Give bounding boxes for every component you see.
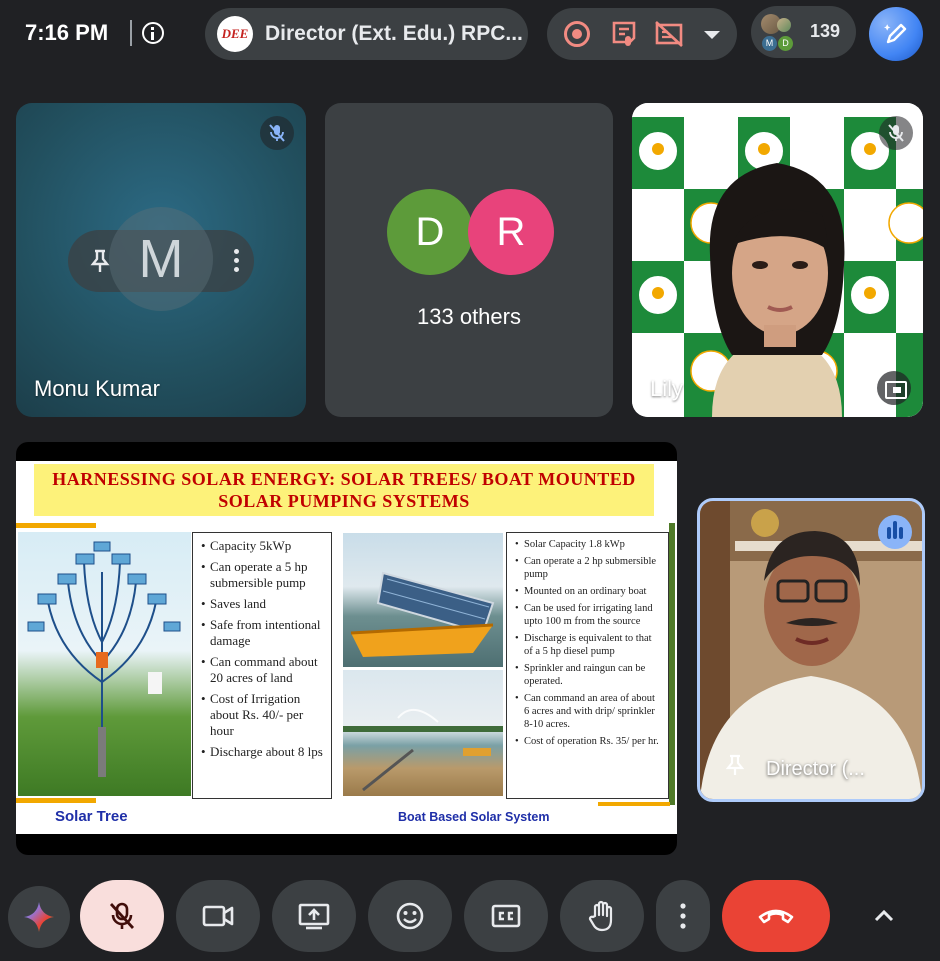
clock-time: 7:16 PM (25, 20, 109, 45)
spec-item: Can be used for irrigating land upto 100… (515, 602, 662, 628)
pen-sparkle-icon (884, 23, 907, 44)
spec-item: Saves land (201, 596, 325, 612)
spec-item: Discharge about 8 lps (201, 744, 325, 760)
spec-item: Capacity 5kWp (201, 538, 325, 554)
captions-button[interactable] (464, 880, 548, 952)
caption-boat-system: Boat Based Solar System (398, 810, 550, 824)
lily-video-feed (709, 163, 845, 417)
participant-name: Monu Kumar (34, 376, 160, 401)
participant-tile-director[interactable]: Director (... (697, 498, 925, 802)
transcript-icon[interactable] (610, 20, 638, 48)
participant-avatar (777, 18, 791, 32)
avatar: M (109, 207, 213, 311)
presentation-stage[interactable]: HARNESSING SOLAR ENERGY: SOLAR TREES/ BO… (16, 442, 677, 855)
solar-boat-photo (343, 533, 503, 667)
camera-icon (202, 905, 234, 927)
participant-tile-lily[interactable]: Lily (632, 103, 923, 417)
microphone-toggle-button[interactable] (80, 880, 164, 952)
take-notes-button[interactable] (869, 7, 923, 61)
mic-off-icon (269, 124, 285, 142)
gemini-button[interactable] (8, 886, 70, 948)
picture-in-picture-icon[interactable] (877, 371, 911, 405)
participant-tile-monu[interactable]: M Monu Kumar (16, 103, 306, 417)
present-screen-icon (298, 903, 330, 930)
speaking-bars-icon (878, 515, 912, 549)
meeting-title: Director (Ext. Edu.) RPC... (265, 22, 523, 45)
spec-item: Solar Capacity 1.8 kWp (515, 538, 662, 551)
avatar: R (468, 189, 554, 275)
spec-item: Can command an area of about 6 acres and… (515, 692, 662, 731)
spec-item: Mounted on an ordinary boat (515, 585, 662, 598)
info-icon[interactable] (142, 22, 164, 44)
host-controls-pill[interactable] (547, 8, 737, 60)
participant-avatar: M (762, 36, 777, 51)
more-options-button[interactable] (656, 880, 710, 952)
muted-indicator (879, 116, 913, 150)
top-bar-divider (130, 20, 132, 46)
record-icon[interactable] (564, 21, 590, 47)
spec-item: Safe from intentional damage (201, 617, 325, 649)
emoji-icon (396, 902, 424, 930)
present-screen-button[interactable] (272, 880, 356, 952)
slide-title: HARNESSING SOLAR ENERGY: SOLAR TREES/ BO… (34, 464, 654, 516)
more-vert-icon (680, 903, 686, 929)
caption-solar-tree: Solar Tree (55, 808, 128, 825)
spec-item: Can command about 20 acres of land (201, 654, 325, 686)
muted-indicator (260, 116, 294, 150)
participant-avatar: D (778, 36, 793, 51)
mic-off-icon (109, 902, 135, 929)
spec-item: Cost of Irrigation about Rs. 40/- per ho… (201, 691, 325, 739)
slide-decor-bar (669, 523, 675, 805)
reactions-button[interactable] (368, 880, 452, 952)
slide-decor-bar (16, 798, 96, 803)
pin-icon[interactable] (88, 248, 112, 274)
more-vert-icon[interactable] (234, 249, 240, 275)
spec-item: Sprinkler and raingun can be operated. (515, 662, 662, 688)
camera-toggle-button[interactable] (176, 880, 260, 952)
participant-name: Lily (650, 376, 684, 401)
spec-item: Can operate a 2 hp submersible pump (515, 555, 662, 581)
boat-sprinkler-photo (343, 670, 503, 796)
participant-count: 139 (810, 21, 841, 41)
mic-off-icon (888, 124, 904, 142)
spec-item: Can operate a 5 hp submersible pump (201, 559, 325, 591)
closed-captions-icon (491, 904, 521, 928)
spec-item: Discharge is equivalent to that of a 5 h… (515, 632, 662, 658)
slide-decor-bar (16, 523, 96, 528)
pin-icon[interactable] (724, 753, 746, 777)
boat-system-specs: Solar Capacity 1.8 kWp Can operate a 2 h… (506, 532, 669, 799)
gemini-icon (24, 902, 54, 932)
presentation-slide: HARNESSING SOLAR ENERGY: SOLAR TREES/ BO… (16, 461, 677, 834)
slide-title-line: HARNESSING SOLAR ENERGY: SOLAR TREES/ BO… (52, 469, 636, 489)
spec-item: Cost of operation Rs. 35/ per hr. (515, 735, 662, 748)
slide-title-line: SOLAR PUMPING SYSTEMS (218, 491, 470, 511)
dee-logo: DEE (217, 16, 253, 52)
captions-off-icon[interactable] (654, 20, 684, 48)
raise-hand-icon (588, 900, 613, 932)
avatar: D (387, 189, 473, 275)
raise-hand-button[interactable] (560, 880, 644, 952)
leave-call-button[interactable] (722, 880, 830, 952)
chevron-down-icon[interactable] (704, 31, 720, 39)
slide-decor-bar (598, 802, 670, 806)
solar-tree-photo (18, 532, 191, 796)
participants-button[interactable]: M D 139 (751, 6, 856, 58)
others-count-label: 133 others (417, 304, 521, 329)
call-end-icon (758, 909, 794, 924)
solar-tree-specs: Capacity 5kWp Can operate a 5 hp submers… (192, 532, 332, 799)
participant-tile-others[interactable]: D R 133 others (325, 103, 613, 417)
participant-name: Director (... (766, 758, 865, 780)
chevron-up-icon[interactable] (866, 898, 902, 934)
meeting-title-pill[interactable]: DEE Director (Ext. Edu.) RPC... (205, 8, 528, 60)
